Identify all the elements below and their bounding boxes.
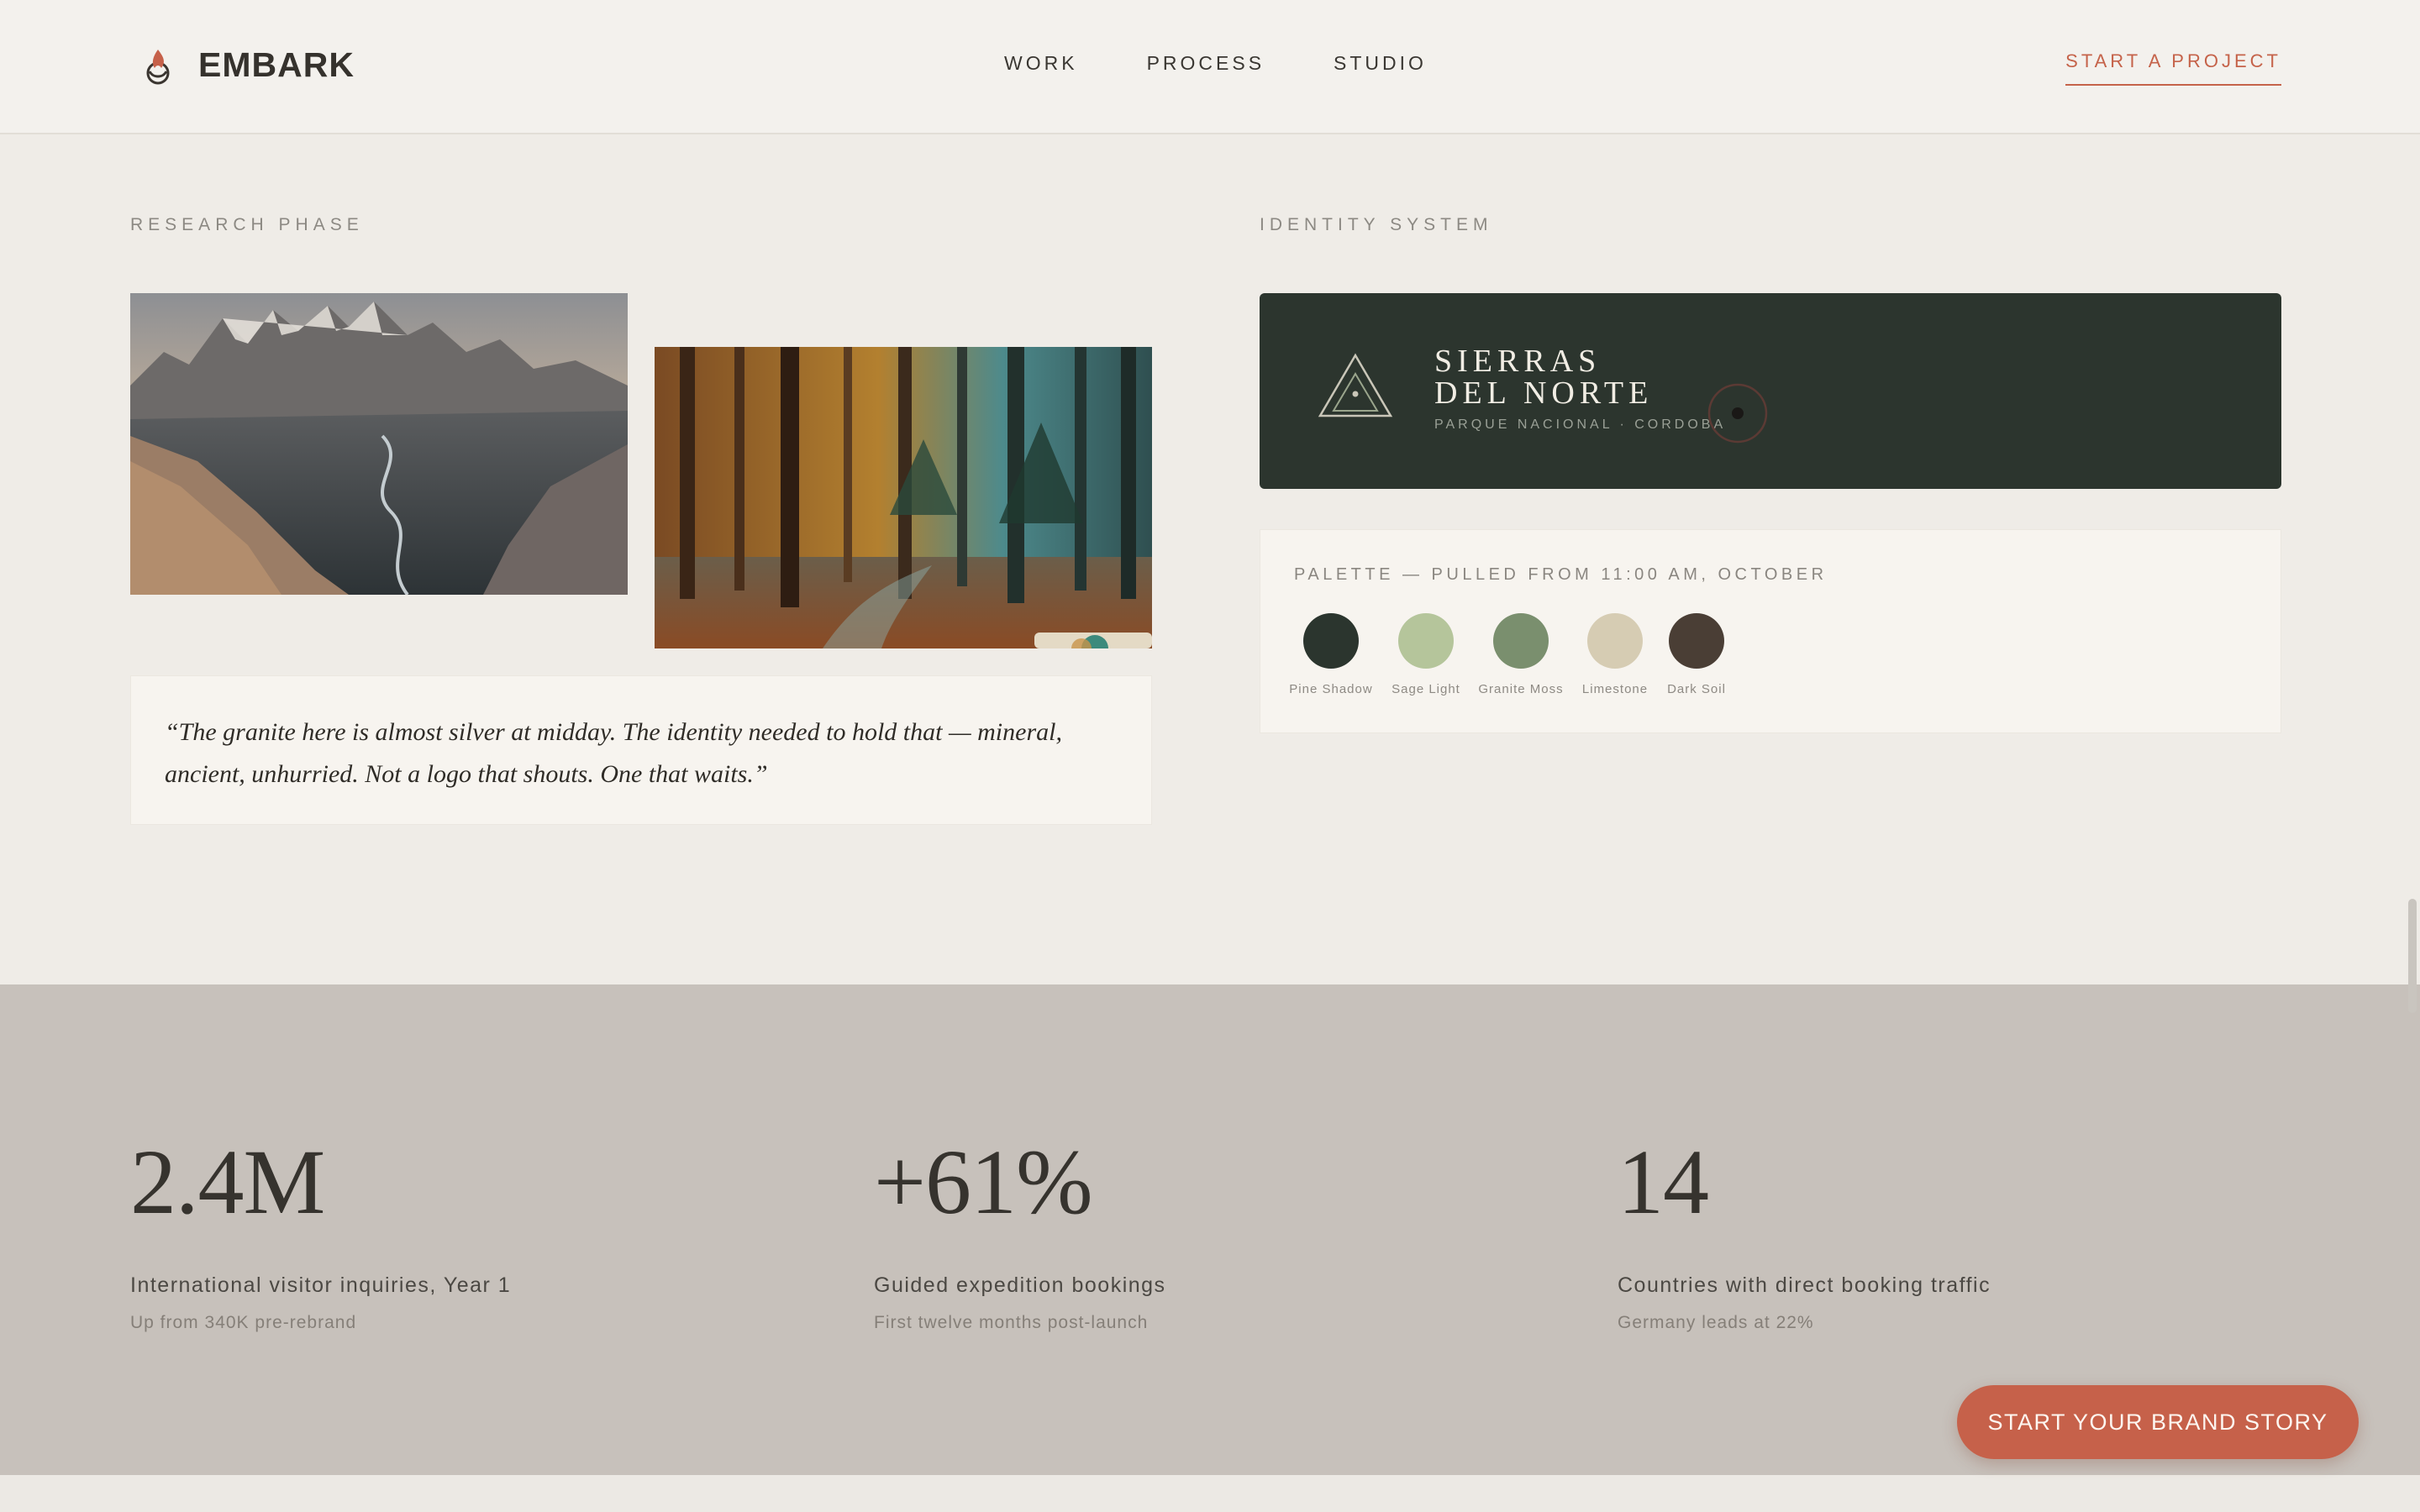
- palette-card: PALETTE — PULLED FROM 11:00 AM, OCTOBER …: [1260, 529, 2281, 733]
- swatch-limestone: Limestone: [1568, 613, 1662, 696]
- forest-photo: [655, 347, 1152, 648]
- stat-bookings: +61% Guided expedition bookings First tw…: [874, 1136, 1166, 1333]
- nav-studio[interactable]: STUDIO: [1334, 52, 1427, 75]
- seal-icon: [1707, 383, 1768, 444]
- swatch-name: Pine Shadow: [1289, 682, 1373, 696]
- research-quote-card: “The granite here is almost silver at mi…: [130, 675, 1152, 825]
- stat-label: Countries with direct booking traffic: [1618, 1273, 1991, 1297]
- nav-work[interactable]: WORK: [1004, 52, 1078, 75]
- swatch-sage-light: Sage Light: [1379, 613, 1473, 696]
- swatch-color: [1587, 613, 1643, 669]
- research-phase-label: RESEARCH PHASE: [130, 215, 364, 234]
- main-nav: WORK PROCESS STUDIO: [1004, 52, 1496, 75]
- swatch-pine-shadow: Pine Shadow: [1284, 613, 1378, 696]
- swatch-granite-moss: Granite Moss: [1474, 613, 1568, 696]
- site-header: EMBARK WORK PROCESS STUDIO START A PROJE…: [0, 0, 2420, 134]
- mountain-photo: [130, 293, 628, 595]
- swatch-dark-soil: Dark Soil: [1649, 613, 1744, 696]
- swatch-color: [1493, 613, 1549, 669]
- research-quote: “The granite here is almost silver at mi…: [165, 718, 1062, 788]
- swatch-color: [1303, 613, 1359, 669]
- palette-label: PALETTE — PULLED FROM 11:00 AM, OCTOBER: [1294, 565, 1828, 584]
- footer-strip: [0, 1475, 2420, 1512]
- identity-subtitle: PARQUE NACIONAL · CORDOBA: [1434, 417, 1727, 432]
- stat-inquiries: 2.4M International visitor inquiries, Ye…: [130, 1136, 511, 1333]
- brand-link[interactable]: EMBARK: [141, 45, 355, 85]
- start-brand-story-button[interactable]: START YOUR BRAND STORY: [1957, 1385, 2359, 1459]
- swatch-color: [1669, 613, 1724, 669]
- stat-value: 14: [1618, 1131, 1709, 1233]
- swatch-name: Limestone: [1581, 682, 1649, 696]
- swatch-name: Sage Light: [1392, 682, 1460, 696]
- stat-sub: Germany leads at 22%: [1618, 1313, 1814, 1332]
- stat-value: 2.4M: [130, 1131, 325, 1233]
- identity-system-label: IDENTITY SYSTEM: [1260, 215, 1493, 234]
- identity-title-line2: DEL NORTE: [1434, 375, 1654, 411]
- identity-title: SIERRAS DEL NORTE: [1434, 345, 1653, 409]
- identity-title-line1: SIERRAS: [1434, 344, 1602, 379]
- swatch-name: Granite Moss: [1478, 682, 1564, 696]
- identity-logo-card: SIERRAS DEL NORTE PARQUE NACIONAL · CORD…: [1260, 293, 2281, 489]
- swatch-color: [1398, 613, 1454, 669]
- stat-label: Guided expedition bookings: [874, 1273, 1166, 1297]
- mountain-triangle-icon: [1318, 353, 1393, 417]
- scrollbar-thumb[interactable]: [2408, 899, 2417, 1013]
- swatch-name: Dark Soil: [1667, 682, 1726, 696]
- stat-countries: 14 Countries with direct booking traffic…: [1618, 1136, 1991, 1333]
- flame-logo-icon: [146, 49, 170, 84]
- stat-value: +61%: [874, 1131, 1093, 1233]
- brand-name: EMBARK: [198, 45, 355, 84]
- stat-sub: Up from 340K pre-rebrand: [130, 1313, 357, 1332]
- stat-label: International visitor inquiries, Year 1: [130, 1273, 512, 1297]
- nav-process[interactable]: PROCESS: [1147, 52, 1265, 75]
- stat-sub: First twelve months post-launch: [874, 1313, 1149, 1332]
- start-project-link[interactable]: START A PROJECT: [2065, 50, 2281, 86]
